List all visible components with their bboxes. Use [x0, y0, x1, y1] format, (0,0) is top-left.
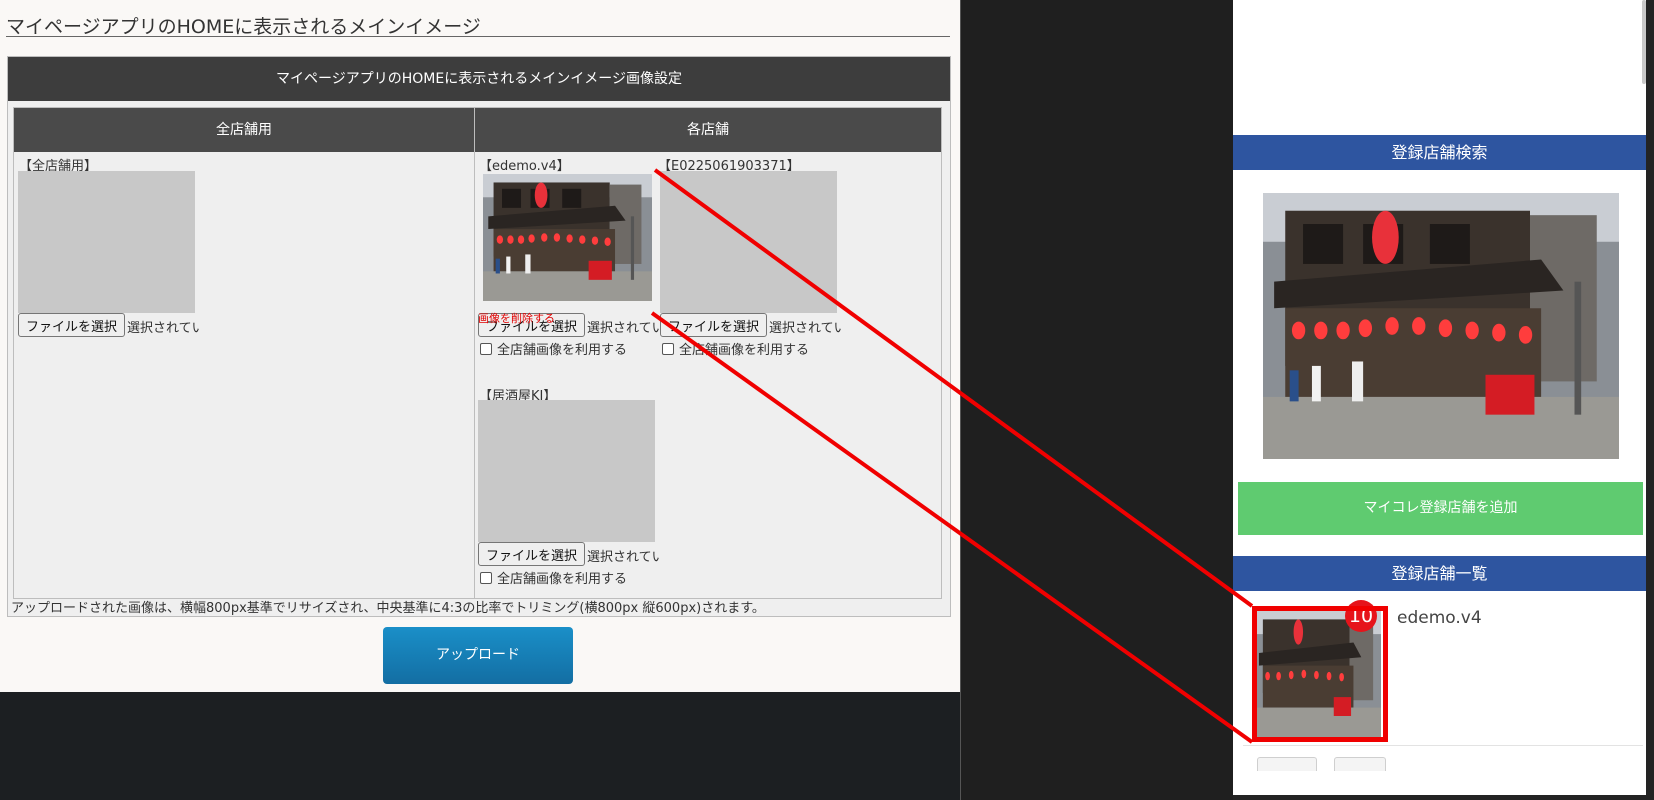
store-list-header: 登録店舗一覧 [1233, 556, 1646, 591]
use-all-image-checkbox-kj[interactable]: 全店舗画像を利用する [480, 568, 627, 587]
store-name: edemo.v4 [1397, 608, 1482, 628]
file-status-all: 選択されていません [127, 321, 199, 336]
store-photo-edemo [483, 174, 652, 301]
annotation-highlight-box [1252, 606, 1388, 742]
column-header-all-stores: 全店舗用 [14, 108, 474, 152]
store-search-header: 登録店舗検索 [1233, 135, 1646, 170]
checkbox[interactable] [662, 342, 674, 355]
list-divider [1243, 745, 1643, 746]
checkbox[interactable] [480, 342, 492, 355]
background-gap [960, 0, 1233, 800]
izakaya-photo-icon [1263, 193, 1619, 459]
delete-image-link[interactable]: 画像を削除する [478, 310, 555, 326]
column-divider [474, 108, 475, 598]
file-status-e0225: 選択されていません [769, 321, 841, 336]
list-action-button[interactable] [1334, 757, 1386, 771]
store-label-edemo: 【edemo.v4】 [479, 159, 570, 174]
page-title: マイページアプリのHOMEに表示されるメインイメージ [6, 16, 481, 38]
admin-window: マイページアプリのHOMEに表示されるメインイメージ マイページアプリのHOME… [0, 0, 960, 800]
admin-main-area: マイページアプリのHOMEに表示されるメインイメージ マイページアプリのHOME… [0, 0, 960, 692]
checkbox-label: 全店舗画像を利用する [497, 343, 628, 358]
image-placeholder-all [18, 171, 195, 313]
use-all-image-checkbox-edemo[interactable]: 全店舗画像を利用する [480, 339, 627, 358]
upload-button[interactable]: アップロード [383, 627, 573, 684]
main-image [1263, 193, 1619, 459]
file-select-button-e0225[interactable]: ファイルを選択 [660, 313, 768, 337]
panel-header: マイページアプリのHOMEに表示されるメインイメージ画像設定 [8, 57, 950, 101]
checkbox[interactable] [480, 571, 492, 584]
list-action-button[interactable] [1257, 757, 1317, 771]
image-placeholder-e0225 [660, 171, 837, 313]
checkbox-label: 全店舗画像を利用する [679, 343, 810, 358]
column-header-each-store: 各店舗 [475, 108, 941, 152]
upload-note: アップロードされた画像は、横幅800px基準でリサイズされ、中央基準に4:3の比… [11, 601, 765, 616]
file-select-button-all[interactable]: ファイルを選択 [18, 313, 126, 337]
title-divider [6, 36, 950, 37]
scrollbar[interactable] [1642, 0, 1646, 84]
window-edge [960, 0, 961, 800]
use-all-image-checkbox-e0225[interactable]: 全店舗画像を利用する [662, 339, 809, 358]
checkbox-label: 全店舗画像を利用する [497, 572, 628, 587]
file-select-button-kj[interactable]: ファイルを選択 [478, 542, 586, 566]
add-store-button[interactable]: マイコレ登録店舗を追加 [1238, 482, 1643, 535]
izakaya-photo-icon [483, 174, 652, 301]
image-placeholder-kj [478, 400, 655, 542]
image-settings-panel: マイページアプリのHOMEに表示されるメインイメージ画像設定 全店舗用 各店舗 … [7, 56, 951, 617]
file-status-edemo: 選択されていません [587, 321, 659, 336]
file-status-kj: 選択されていません [587, 550, 659, 565]
